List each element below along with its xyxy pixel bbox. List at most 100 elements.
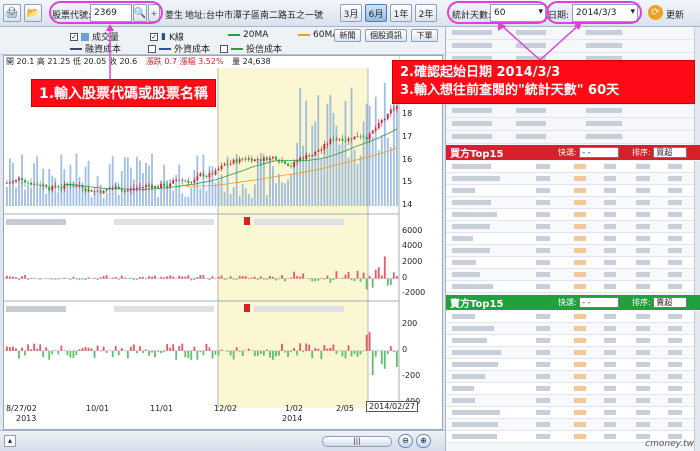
buy-sort-select[interactable]: 排序: 買超 — [632, 147, 688, 158]
volume-bar — [269, 155, 271, 206]
table-row[interactable] — [446, 209, 694, 221]
candle-body — [287, 163, 289, 167]
buy-quick-select[interactable]: 快選: - - — [558, 147, 620, 158]
table-row[interactable] — [446, 371, 694, 383]
table-row[interactable] — [446, 383, 694, 395]
x-tick-label: 10/01 — [86, 404, 110, 413]
chart-pane[interactable]: 開 20.1 高 21.25 低 20.05 收 20.6 漲跌 0.7 漲幅 … — [3, 55, 443, 430]
sort-value[interactable]: 買超 — [653, 147, 688, 158]
table-row[interactable] — [446, 311, 694, 323]
volume-bar — [205, 190, 208, 206]
table-row[interactable] — [446, 245, 694, 257]
watermark: cmoney.tw — [645, 439, 694, 449]
table-row[interactable] — [446, 161, 694, 173]
candle-icon: ▮ — [161, 31, 166, 42]
table-row[interactable] — [446, 233, 694, 245]
sort-value[interactable]: 賣超 — [653, 297, 688, 308]
panel2-bar — [386, 278, 389, 286]
volume-bar — [199, 188, 202, 206]
table-row[interactable] — [446, 257, 694, 269]
table-row[interactable] — [446, 281, 694, 293]
candle-body — [335, 139, 338, 141]
blurred-cell — [636, 338, 650, 343]
print-icon[interactable]: 🖨 — [3, 4, 21, 22]
range-2y-button[interactable]: 2年 — [415, 4, 437, 22]
refresh-button[interactable]: 更新 — [666, 8, 684, 21]
sell-sort-select[interactable]: 排序: 賣超 — [632, 297, 688, 308]
blurred-cell — [668, 410, 682, 415]
candle-body — [163, 183, 166, 186]
folder-icon[interactable]: 📂 — [24, 4, 42, 22]
table-row[interactable] — [446, 419, 694, 431]
candle-body — [311, 155, 314, 157]
zoom-out-icon[interactable]: ⊖ — [398, 434, 413, 448]
checkbox-icon[interactable] — [220, 44, 228, 53]
stock-info-button[interactable]: 個股資訊 — [365, 29, 407, 42]
zoom-in-icon[interactable]: ⊕ — [416, 434, 431, 448]
table-row[interactable] — [446, 197, 694, 209]
quick-select-value[interactable]: - - — [579, 297, 620, 308]
candle-body — [214, 170, 217, 175]
volume-bar — [117, 194, 120, 206]
blurred-cell — [536, 200, 550, 205]
blurred-cell — [452, 374, 485, 379]
checkbox-icon[interactable]: ✓ — [70, 32, 78, 41]
checkbox-icon[interactable] — [148, 44, 156, 53]
table-row[interactable] — [446, 407, 694, 419]
checkbox-icon[interactable]: ✓ — [150, 32, 158, 41]
panel2-bar — [154, 275, 156, 279]
volume-bar — [278, 174, 280, 206]
callout-step2-3: 2.確認起始日期 2014/3/3 3.輸入想往前查閱的"統計天數" 60天 — [392, 60, 695, 104]
candle-body — [371, 130, 374, 134]
order-button[interactable]: 下單 — [411, 29, 438, 42]
panel3-bar — [332, 344, 335, 351]
range-1y-button[interactable]: 1年 — [390, 4, 412, 22]
news-button[interactable]: 新聞 — [334, 29, 361, 42]
table-row[interactable] — [446, 269, 694, 281]
panel3-bar — [154, 350, 156, 358]
panel3-bar — [111, 350, 114, 358]
panel2-bar — [314, 278, 317, 282]
volume-bar — [329, 94, 332, 206]
sell-scrollbar[interactable] — [694, 311, 700, 451]
panel3-bar — [205, 343, 208, 351]
sell-quick-select[interactable]: 快選: - - — [558, 297, 620, 308]
table-row[interactable] — [446, 395, 694, 407]
refresh-icon[interactable]: ⟳ — [648, 5, 663, 20]
legend-label: 外資成本 — [174, 45, 211, 55]
blurred-cell — [574, 164, 586, 169]
scroll-thumb[interactable]: ||| — [322, 436, 392, 447]
arrow-up-icon[interactable]: ▴ — [4, 435, 16, 447]
table-row[interactable] — [446, 221, 694, 233]
panel3-bar — [48, 350, 51, 360]
stock-chart[interactable] — [4, 56, 443, 430]
candle-body — [184, 180, 187, 182]
table-row[interactable] — [446, 173, 694, 185]
table-row[interactable] — [446, 185, 694, 197]
panel2-bar — [353, 278, 356, 282]
panel3-bar — [296, 350, 299, 356]
panel2-bar — [281, 275, 283, 279]
table-row[interactable] — [446, 323, 694, 335]
table-row[interactable] — [446, 359, 694, 371]
blurred-cell — [636, 422, 650, 427]
panel3-bar — [78, 349, 81, 351]
range-3m-button[interactable]: 3月 — [340, 4, 362, 22]
table-row[interactable] — [446, 335, 694, 347]
volume-bar — [347, 157, 350, 206]
quick-select-value[interactable]: - - — [579, 147, 620, 158]
candle-body — [169, 183, 172, 187]
panel3-bar — [299, 343, 302, 351]
candle-body — [193, 179, 196, 183]
table-row[interactable] — [446, 347, 694, 359]
blurred-cell — [574, 362, 586, 367]
blurred-cell — [604, 200, 616, 205]
panel3-bar — [54, 350, 57, 351]
buy-top15-header: 買方Top15 快選: - - 排序: 買超 — [446, 145, 700, 160]
candle-body — [359, 136, 362, 138]
volume-bar — [287, 179, 289, 206]
panel2-bar — [374, 269, 377, 279]
range-6m-button[interactable]: 6月 — [365, 4, 387, 22]
legend-trust-cost: 投信成本 — [220, 42, 282, 55]
buy-scrollbar[interactable] — [694, 161, 700, 295]
